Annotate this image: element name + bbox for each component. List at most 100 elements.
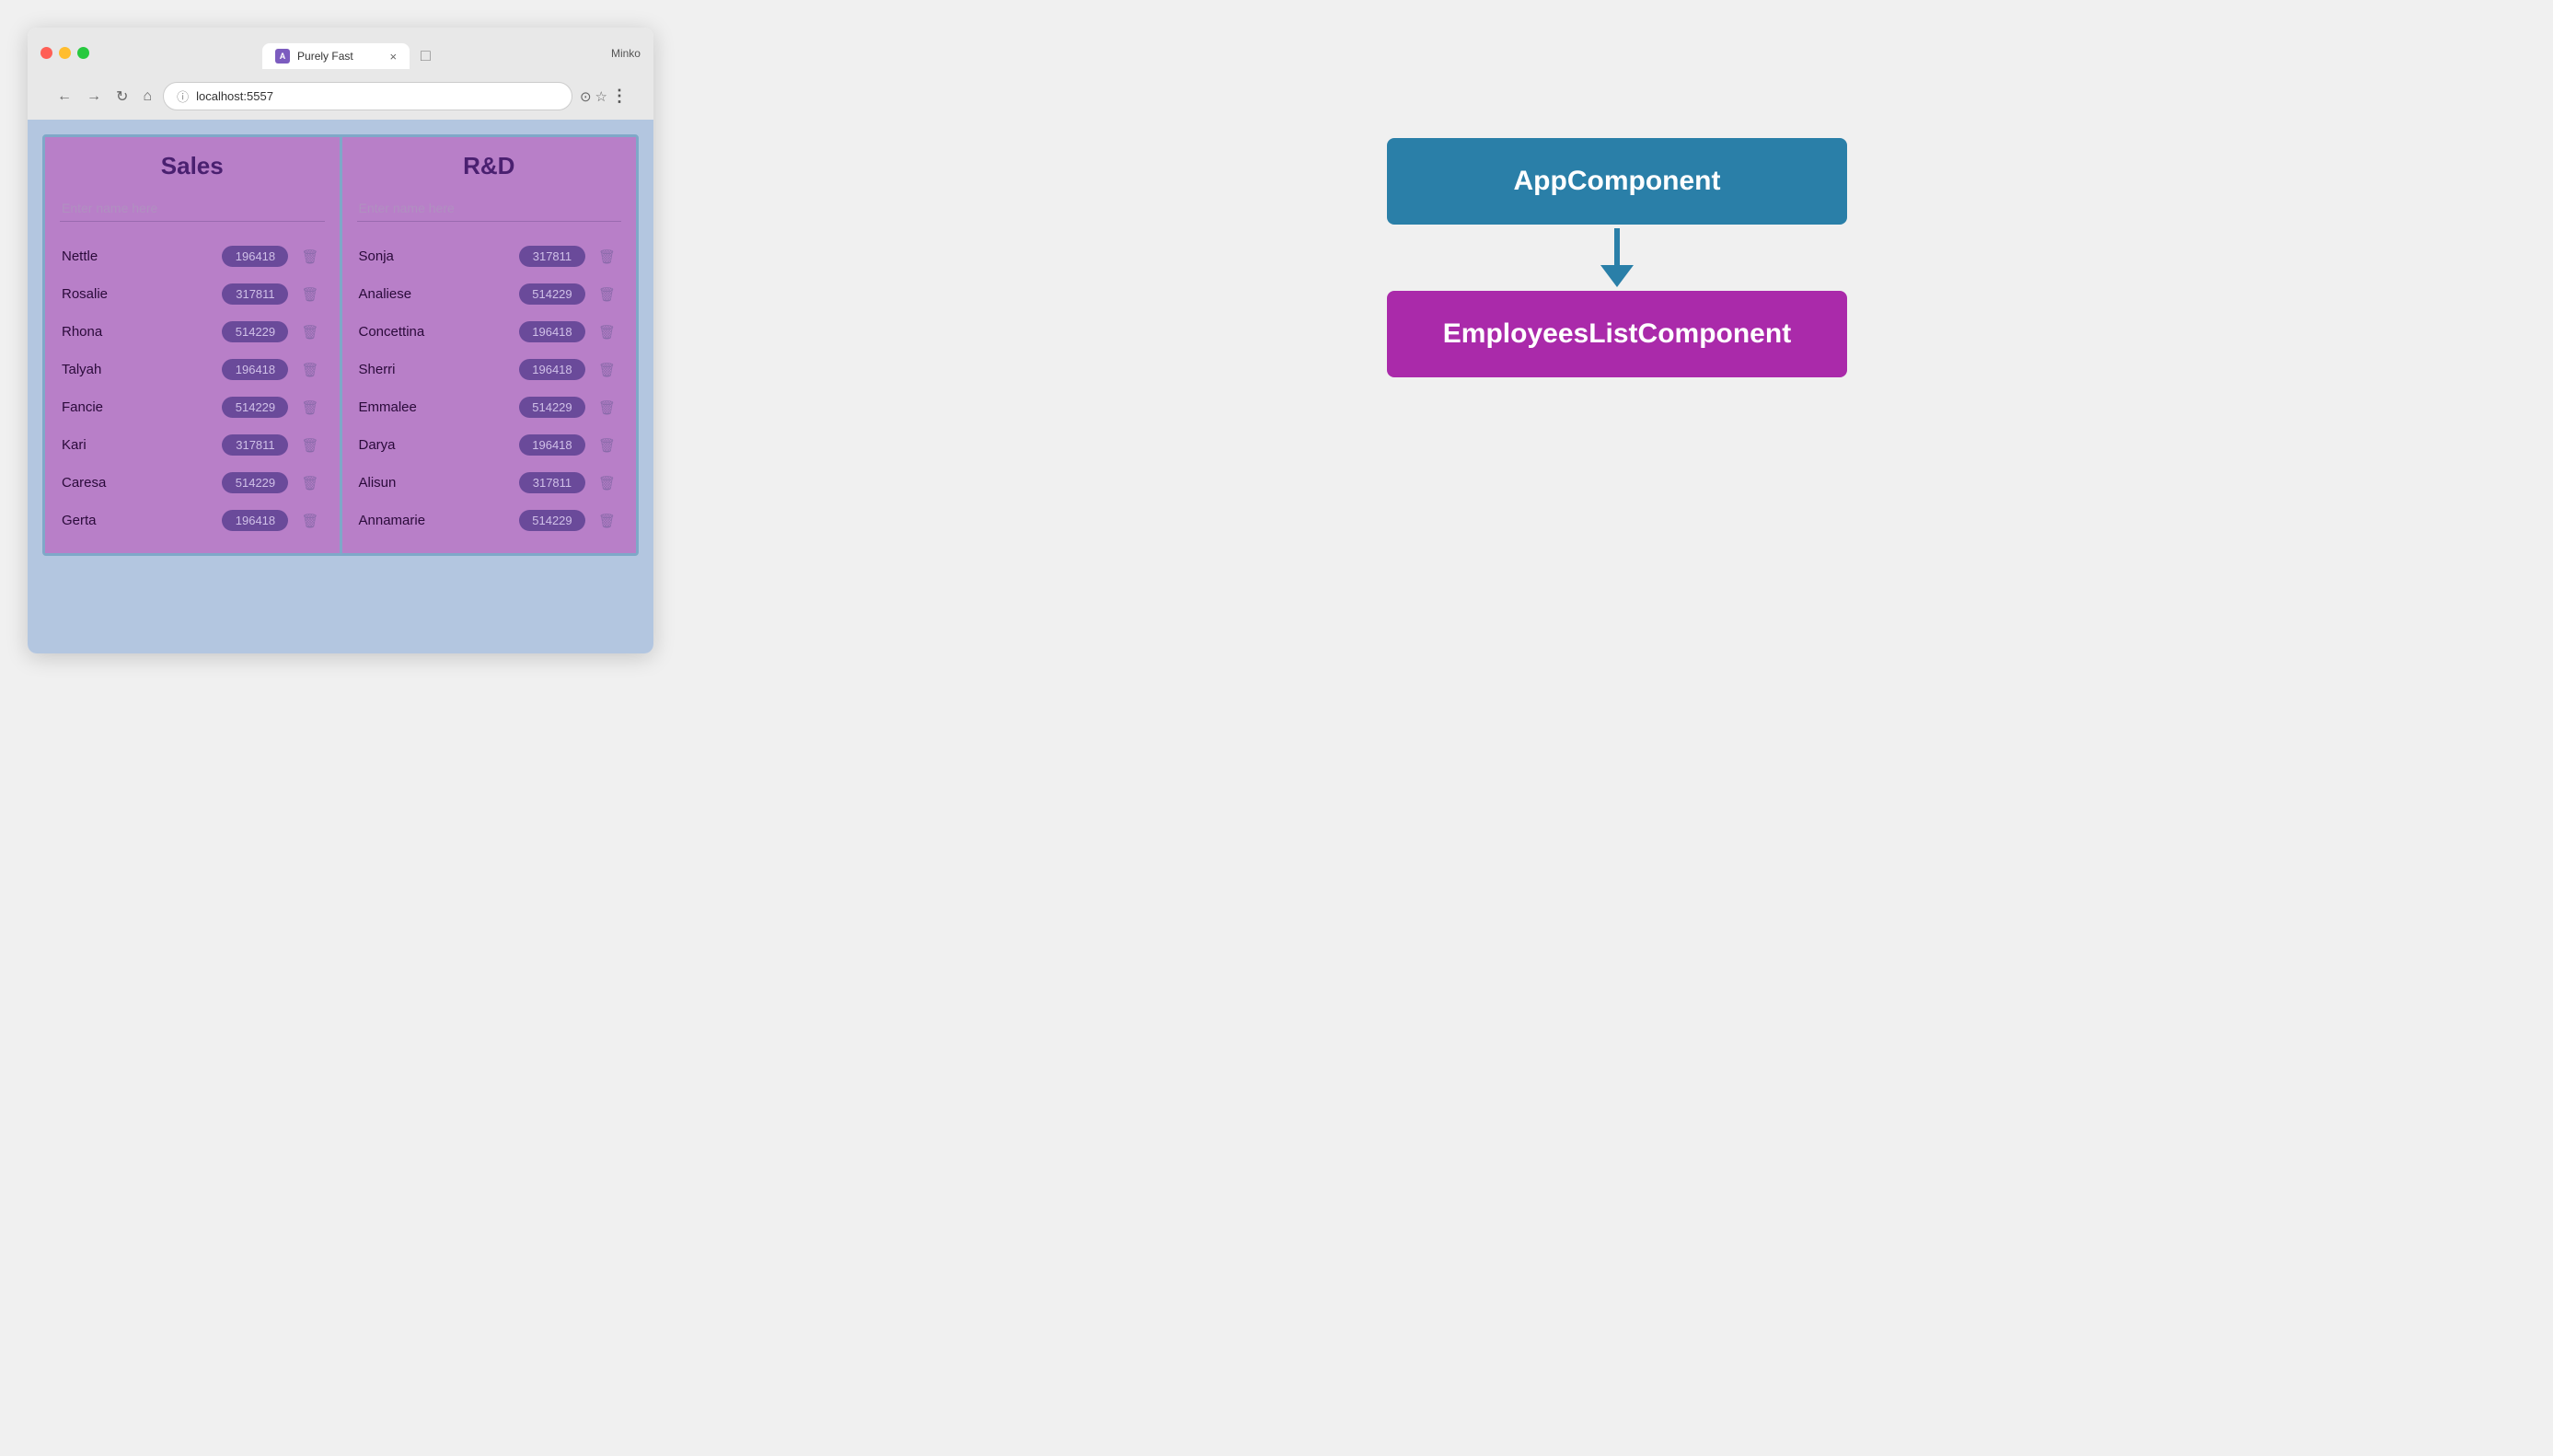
sales-name-input[interactable] <box>60 195 325 222</box>
employee-badge: 196418 <box>519 321 585 342</box>
tab-bar: A Purely Fast × □ <box>262 42 438 69</box>
delete-employee-button[interactable]: 🗑 <box>595 473 619 493</box>
minimize-button[interactable] <box>59 47 71 59</box>
employee-badge: 317811 <box>519 246 585 267</box>
delete-employee-button[interactable]: 🗑 <box>595 398 619 418</box>
window-controls <box>40 47 89 59</box>
employee-name: Alisun <box>359 475 519 491</box>
table-row: Emmalee 514229 🗑 <box>357 389 622 425</box>
delete-employee-button[interactable]: 🗑 <box>297 247 322 267</box>
diagram-section: AppComponent EmployeesListComponent <box>709 28 2525 377</box>
tab-title: Purely Fast <box>297 50 382 63</box>
delete-employee-button[interactable]: 🗑 <box>297 511 322 531</box>
arrow-line <box>1614 228 1620 265</box>
delete-employee-button[interactable]: 🗑 <box>297 398 322 418</box>
sales-title: Sales <box>60 152 325 180</box>
table-row: Darya 196418 🗑 <box>357 427 622 463</box>
browser-tab[interactable]: A Purely Fast × <box>262 43 410 69</box>
employee-name: Sonja <box>359 248 519 264</box>
close-button[interactable] <box>40 47 52 59</box>
employee-name: Talyah <box>62 362 222 377</box>
table-row: Analiese 514229 🗑 <box>357 276 622 312</box>
employee-badge: 514229 <box>519 397 585 418</box>
arrow-head <box>1600 265 1634 287</box>
more-options-button[interactable]: ⋮ <box>611 87 628 106</box>
share-icon[interactable]: ⊙ <box>580 88 592 105</box>
employee-name: Gerta <box>62 513 222 528</box>
rnd-name-input[interactable] <box>357 195 622 222</box>
employee-badge: 514229 <box>519 283 585 305</box>
new-tab-button[interactable]: □ <box>413 42 438 69</box>
forward-button[interactable]: → <box>83 87 105 107</box>
employee-badge: 196418 <box>222 359 288 380</box>
employee-name: Kari <box>62 437 222 453</box>
employee-name: Nettle <box>62 248 222 264</box>
employee-name: Analiese <box>359 286 519 302</box>
employee-name: Caresa <box>62 475 222 491</box>
reload-button[interactable]: ↻ <box>112 86 132 108</box>
app-component-label: AppComponent <box>1514 166 1721 196</box>
table-row: Sherri 196418 🗑 <box>357 352 622 387</box>
table-row: Kari 317811 🗑 <box>60 427 325 463</box>
diagram-arrow <box>1600 228 1634 287</box>
table-row: Sonja 317811 🗑 <box>357 238 622 274</box>
maximize-button[interactable] <box>77 47 89 59</box>
browser-window: A Purely Fast × □ Minko ← → ↻ ⌂ ⓘ localh… <box>28 28 653 653</box>
departments-container: Sales Nettle 196418 🗑 Rosalie 317811 🗑 R… <box>42 134 639 556</box>
browser-top-row: A Purely Fast × □ Minko <box>40 37 641 69</box>
employee-name: Annamarie <box>359 513 519 528</box>
table-row: Annamarie 514229 🗑 <box>357 503 622 538</box>
sales-employee-list: Nettle 196418 🗑 Rosalie 317811 🗑 Rhona 5… <box>60 238 325 538</box>
url-text: localhost:5557 <box>196 89 273 103</box>
employee-badge: 196418 <box>519 359 585 380</box>
address-bar: ← → ↻ ⌂ ⓘ localhost:5557 ⊙ ☆ ⋮ <box>40 76 641 120</box>
delete-employee-button[interactable]: 🗑 <box>595 284 619 305</box>
employee-badge: 196418 <box>222 510 288 531</box>
rnd-title: R&D <box>357 152 622 180</box>
url-security-icon: ⓘ <box>177 87 189 105</box>
rnd-employee-list: Sonja 317811 🗑 Analiese 514229 🗑 Concett… <box>357 238 622 538</box>
delete-employee-button[interactable]: 🗑 <box>595 322 619 342</box>
browser-content: Sales Nettle 196418 🗑 Rosalie 317811 🗑 R… <box>28 120 653 653</box>
delete-employee-button[interactable]: 🗑 <box>595 247 619 267</box>
url-bar[interactable]: ⓘ localhost:5557 <box>163 82 572 110</box>
app-component-box: AppComponent <box>1387 138 1847 225</box>
tab-favicon: A <box>275 49 290 64</box>
delete-employee-button[interactable]: 🗑 <box>595 435 619 456</box>
table-row: Concettina 196418 🗑 <box>357 314 622 350</box>
employee-name: Rhona <box>62 324 222 340</box>
sales-panel: Sales Nettle 196418 🗑 Rosalie 317811 🗑 R… <box>45 137 342 553</box>
delete-employee-button[interactable]: 🗑 <box>297 284 322 305</box>
rnd-panel: R&D Sonja 317811 🗑 Analiese 514229 🗑 Con… <box>342 137 637 553</box>
back-button[interactable]: ← <box>53 87 75 107</box>
url-actions: ⊙ ☆ ⋮ <box>580 87 628 106</box>
delete-employee-button[interactable]: 🗑 <box>595 360 619 380</box>
tab-close-button[interactable]: × <box>389 51 397 63</box>
employee-name: Concettina <box>359 324 519 340</box>
browser-user-label: Minko <box>611 47 641 60</box>
table-row: Fancie 514229 🗑 <box>60 389 325 425</box>
employee-badge: 514229 <box>519 510 585 531</box>
bookmark-icon[interactable]: ☆ <box>595 88 607 105</box>
table-row: Caresa 514229 🗑 <box>60 465 325 501</box>
table-row: Rosalie 317811 🗑 <box>60 276 325 312</box>
delete-employee-button[interactable]: 🗑 <box>297 322 322 342</box>
delete-employee-button[interactable]: 🗑 <box>297 473 322 493</box>
employee-badge: 317811 <box>519 472 585 493</box>
browser-titlebar: A Purely Fast × □ Minko ← → ↻ ⌂ ⓘ localh… <box>28 28 653 120</box>
delete-employee-button[interactable]: 🗑 <box>297 435 322 456</box>
employee-name: Darya <box>359 437 519 453</box>
employees-list-component-label: EmployeesListComponent <box>1443 318 1791 349</box>
home-button[interactable]: ⌂ <box>139 87 156 107</box>
delete-employee-button[interactable]: 🗑 <box>297 360 322 380</box>
employee-badge: 514229 <box>222 472 288 493</box>
employee-badge: 317811 <box>222 283 288 305</box>
employee-badge: 196418 <box>519 434 585 456</box>
employee-name: Sherri <box>359 362 519 377</box>
delete-employee-button[interactable]: 🗑 <box>595 511 619 531</box>
table-row: Gerta 196418 🗑 <box>60 503 325 538</box>
table-row: Talyah 196418 🗑 <box>60 352 325 387</box>
employee-name: Emmalee <box>359 399 519 415</box>
employee-name: Fancie <box>62 399 222 415</box>
table-row: Alisun 317811 🗑 <box>357 465 622 501</box>
